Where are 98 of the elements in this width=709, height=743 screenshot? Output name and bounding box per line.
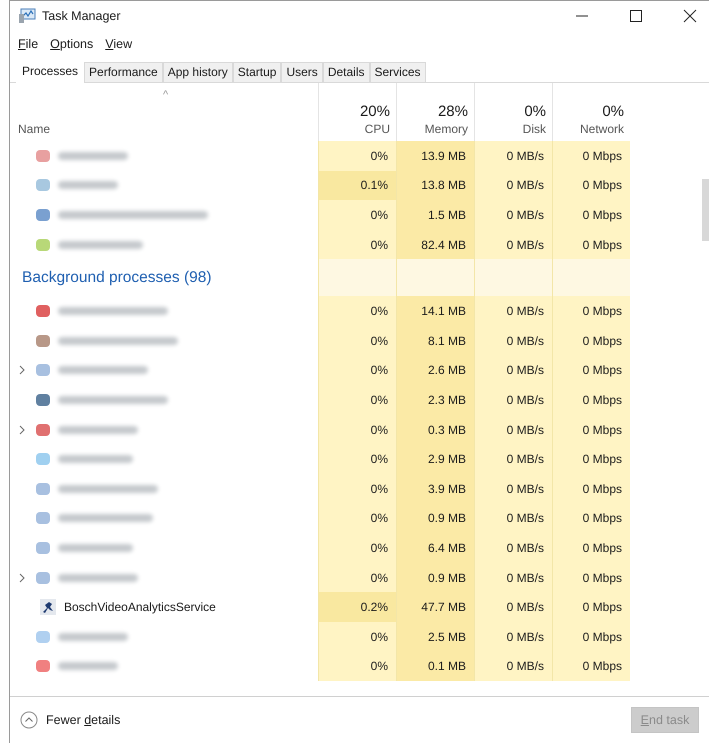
- table-cell: 0.3 MB: [396, 414, 474, 444]
- table-cell: 6.4 MB: [396, 533, 474, 563]
- table-cell: 0 Mbps: [552, 230, 630, 260]
- tab[interactable]: App history: [162, 62, 233, 82]
- process-name: BoschVideoAnalyticsService: [64, 600, 216, 614]
- table-cell: 0 Mbps: [552, 444, 630, 474]
- table-cell: 14.1 MB: [396, 296, 474, 326]
- table-cell: 0.2%: [318, 592, 396, 622]
- table-cell: 0 Mbps: [552, 504, 630, 534]
- table-cell: 3.9 MB: [396, 474, 474, 504]
- table-cell: 0 Mbps: [552, 326, 630, 356]
- table-cell: 13.8 MB: [396, 170, 474, 200]
- table-cell: 0 MB/s: [474, 414, 552, 444]
- table-cell: 0 MB/s: [474, 356, 552, 386]
- tab[interactable]: Services: [370, 62, 426, 82]
- table-cell: 0 Mbps: [552, 652, 630, 682]
- table-cell: 13.9 MB: [396, 141, 474, 171]
- table-cell: 0%: [318, 385, 396, 415]
- table-cell: 0 MB/s: [474, 200, 552, 230]
- table-cell: 0%: [318, 622, 396, 652]
- tab[interactable]: Startup: [232, 62, 282, 82]
- table-cell: 0 MB/s: [474, 622, 552, 652]
- table-cell: 0 MB/s: [474, 170, 552, 200]
- table-cell: 0%: [318, 230, 396, 260]
- table-cell: 47.7 MB: [396, 592, 474, 622]
- table-cell: 0.9 MB: [396, 562, 474, 592]
- table-cell: 82.4 MB: [396, 230, 474, 260]
- expand-chevron-icon[interactable]: [18, 365, 26, 376]
- table-cell: 0 MB/s: [474, 230, 552, 260]
- tab[interactable]: Users: [281, 62, 323, 82]
- table-cell: 1.5 MB: [396, 200, 474, 230]
- table-cell: 2.5 MB: [396, 622, 474, 652]
- table-cell: 0 MB/s: [474, 296, 552, 326]
- table-cell: 0%: [318, 414, 396, 444]
- column-total: 28%: [438, 103, 468, 120]
- table-cell: 0 Mbps: [552, 141, 630, 171]
- table-cell: 0.1%: [318, 170, 396, 200]
- table-cell: 0 Mbps: [552, 622, 630, 652]
- table-cell: 0 Mbps: [552, 385, 630, 415]
- table-cell: 0 MB/s: [474, 474, 552, 504]
- tab[interactable]: Performance: [84, 62, 163, 82]
- fewer-details-link[interactable]: Fewer details: [20, 711, 120, 729]
- table-cell: 2.6 MB: [396, 356, 474, 386]
- table-cell: 0.1 MB: [396, 652, 474, 682]
- table-cell: 0 MB/s: [474, 141, 552, 171]
- table-cell: 0%: [318, 652, 396, 682]
- task-manager-icon: [18, 8, 36, 24]
- table-cell: 0 MB/s: [474, 562, 552, 592]
- column-header[interactable]: Name: [18, 122, 50, 136]
- table-cell: 8.1 MB: [396, 326, 474, 356]
- table-cell: 0%: [318, 326, 396, 356]
- table-cell: 2.3 MB: [396, 385, 474, 415]
- figure-icon: [40, 599, 56, 616]
- table-cell: 0 MB/s: [474, 652, 552, 682]
- collapse-icon[interactable]: [20, 711, 38, 729]
- table-cell: 0 MB/s: [474, 385, 552, 415]
- column-header[interactable]: Disk: [522, 122, 546, 136]
- table-cell: 0%: [318, 533, 396, 563]
- column-header[interactable]: Memory: [424, 122, 468, 136]
- table-cell: 0%: [318, 200, 396, 230]
- table-cell: 0%: [318, 504, 396, 534]
- table-cell: 0 MB/s: [474, 592, 552, 622]
- tab[interactable]: Details: [322, 62, 370, 82]
- table-cell: 0 Mbps: [552, 533, 630, 563]
- column-total: 0%: [602, 103, 624, 120]
- maximize-icon[interactable]: [629, 9, 643, 23]
- table-cell: 0 Mbps: [552, 296, 630, 326]
- table-cell: 0 Mbps: [552, 562, 630, 592]
- table-cell: 0 Mbps: [552, 170, 630, 200]
- menu-item[interactable]: View: [105, 37, 132, 51]
- table-cell: 0 MB/s: [474, 504, 552, 534]
- table-cell: 0 Mbps: [552, 474, 630, 504]
- column-header[interactable]: CPU: [364, 122, 390, 136]
- table-cell: 0 MB/s: [474, 533, 552, 563]
- menu-item[interactable]: Options: [50, 37, 94, 51]
- table-cell: 0 Mbps: [552, 356, 630, 386]
- column-header[interactable]: Network: [580, 122, 624, 136]
- table-cell: 0%: [318, 562, 396, 592]
- column-total: 20%: [360, 103, 390, 120]
- group-header: Background processes (98): [22, 268, 212, 287]
- table-cell: 0 MB/s: [474, 444, 552, 474]
- table-cell: 2.9 MB: [396, 444, 474, 474]
- window-title: Task Manager: [42, 9, 121, 23]
- table-cell: 0%: [318, 474, 396, 504]
- table-cell: 0%: [318, 296, 396, 326]
- expand-chevron-icon[interactable]: [18, 424, 26, 435]
- menu-item[interactable]: File: [18, 37, 38, 51]
- expand-chevron-icon[interactable]: [18, 572, 26, 583]
- column-total: 0%: [524, 103, 546, 120]
- table-cell: 0 Mbps: [552, 200, 630, 230]
- table-cell: 0%: [318, 141, 396, 171]
- table-cell: 0 Mbps: [552, 414, 630, 444]
- close-icon[interactable]: [683, 9, 697, 23]
- table-cell: 0%: [318, 444, 396, 474]
- table-cell: 0 Mbps: [552, 592, 630, 622]
- table-cell: 0.9 MB: [396, 504, 474, 534]
- table-cell: 0 MB/s: [474, 326, 552, 356]
- table-cell: 0%: [318, 356, 396, 386]
